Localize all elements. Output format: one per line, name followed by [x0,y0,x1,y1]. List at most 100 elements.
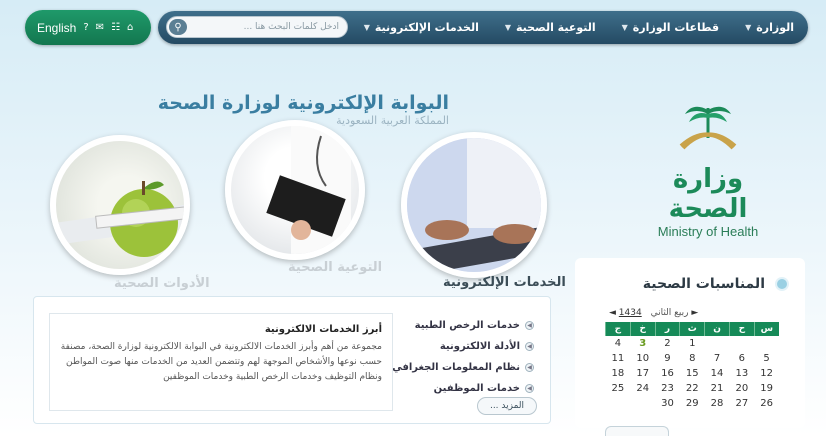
weekday-header: س [753,322,779,336]
calendar-day[interactable]: 15 [680,366,705,381]
search-input[interactable] [197,22,347,32]
calendar-day[interactable]: 21 [705,381,730,396]
list-item[interactable]: ◀ الأدلة الالكترونية [392,336,534,357]
calendar-day[interactable]: 2 [655,336,680,351]
calendar-day[interactable]: 17 [630,366,655,381]
description-title: أبرز الخدمات الالكترونية [264,324,382,335]
calendar-day[interactable]: 10 [630,351,655,366]
calendar-day[interactable]: 26 [754,396,779,411]
calendar-day[interactable]: 22 [680,381,705,396]
list-item-label: نظام المعلومات الجغرافي [392,362,520,373]
calendar-day [606,396,631,411]
bullet-arrow-icon: ◀ [525,342,534,351]
eservices-panel: ◀ خدمات الرخص الطبية ◀ الأدلة الالكتروني… [33,296,551,424]
keyboard-typing-icon [407,138,541,272]
list-item[interactable]: ◀ نظام المعلومات الجغرافي [392,357,534,378]
nav-health-awareness[interactable]: التوعية الصحية ▼ [505,21,596,34]
main-nav: الوزارة ▼ قطاعات الوزارة ▼ التوعية الصحي… [158,11,808,44]
calendar-day[interactable]: 27 [729,396,754,411]
calendar-day[interactable]: 30 [655,396,680,411]
chevron-down-icon: ▼ [745,23,752,32]
nav-sectors-label: قطاعات الوزارة [632,21,720,34]
bullet-arrow-icon: ◀ [525,384,534,393]
bullet-arrow-icon: ◀ [525,363,534,372]
help-icon[interactable]: ? [83,22,88,33]
prev-month-icon[interactable]: ◄ [609,308,616,318]
mail-icon[interactable]: ✉ [96,22,104,33]
search-icon[interactable]: ⚲ [169,19,187,35]
description-box: أبرز الخدمات الالكترونية مجموعة من أهم و… [49,313,393,411]
doctor-clipboard-icon [266,126,351,254]
nav-ministry[interactable]: الوزارة ▼ [745,21,794,34]
calendar-day[interactable]: 25 [606,381,631,396]
nav-health-awareness-label: التوعية الصحية [516,21,596,34]
calendar-day[interactable]: 14 [705,366,730,381]
palm-swords-icon [679,106,737,150]
calendar-day[interactable]: 8 [680,351,705,366]
language-bar: English ? ✉ ☷ ⌂ [25,10,151,45]
chevron-down-icon: ▼ [363,23,370,32]
logo-english-text: Ministry of Health [657,224,759,239]
sitemap-icon[interactable]: ☷ [111,22,120,33]
calendar-day-today[interactable]: 3 [630,336,655,351]
calendar-grid: س ح ن ث ر خ ج 1 2 3 4 5 6 7 8 9 10 11 12… [605,322,779,411]
calendar-day [729,336,754,351]
home-icon[interactable]: ⌂ [127,22,133,33]
more-button[interactable]: المزيد ... [477,397,537,415]
calendar-day[interactable]: 13 [729,366,754,381]
calendar-day[interactable]: 16 [655,366,680,381]
calendar-month: ربيع الثاني [650,308,689,318]
chevron-down-icon: ▼ [504,23,512,32]
next-month-icon[interactable]: ► [691,308,698,318]
calendar-day[interactable]: 4 [606,336,631,351]
calendar-day[interactable]: 20 [729,381,754,396]
calendar-day[interactable]: 29 [680,396,705,411]
chevron-down-icon: ▼ [621,23,628,32]
nav-ministry-label: الوزارة [756,21,794,34]
calendar-day[interactable]: 1 [680,336,705,351]
weekday-header: ث [679,322,705,336]
portal-title: البوابة الإلكترونية لوزارة الصحة [157,92,449,114]
health-tools-label[interactable]: الأدوات الصحية [114,276,210,291]
calendar-day[interactable]: 11 [606,351,631,366]
bullet-arrow-icon: ◀ [525,321,534,330]
calendar-day[interactable]: 9 [655,351,680,366]
calendar-day[interactable]: 5 [754,351,779,366]
portal-subtitle: المملكة العربية السعودية [336,114,449,127]
health-events-panel: المناسبات الصحية ► ربيع الثاني 1434 ◄ س … [575,258,805,436]
events-title: المناسبات الصحية [642,276,765,292]
calendar-day[interactable]: 19 [754,381,779,396]
eservices-label[interactable]: الخدمات الإلكترونية [443,275,566,290]
calendar-day[interactable]: 6 [729,351,754,366]
list-item[interactable]: ◀ خدمات الموظفين [392,378,534,399]
health-tools-image[interactable] [50,135,190,275]
weekday-header: ن [704,322,730,336]
eservices-list: ◀ خدمات الرخص الطبية ◀ الأدلة الالكتروني… [392,315,534,399]
weekday-header: خ [629,322,656,336]
list-item[interactable]: ◀ خدمات الرخص الطبية [392,315,534,336]
nav-sectors[interactable]: قطاعات الوزارة ▼ [622,21,719,34]
calendar-day[interactable]: 7 [705,351,730,366]
calendar-day[interactable]: 28 [705,396,730,411]
ministry-logo[interactable]: وزارة الصحة Ministry of Health [648,100,768,239]
calendar-day[interactable]: 23 [655,381,680,396]
health-awareness-image[interactable] [225,120,365,260]
calendar-year[interactable]: 1434 [619,308,642,318]
weekday-header: ج [605,322,631,336]
list-item-label: خدمات الرخص الطبية [414,320,520,331]
calendar-day[interactable]: 12 [754,366,779,381]
english-link[interactable]: English [37,21,76,35]
calendar-day [754,336,779,351]
calendar-day [630,396,655,411]
logo-arabic-text: وزارة الصحة [668,164,748,224]
nav-eservices[interactable]: الخدمات الإلكترونية ▼ [364,21,479,34]
calendar-day[interactable]: 24 [630,381,655,396]
list-item-label: الأدلة الالكترونية [439,341,520,352]
apple-tape-icon [56,181,184,257]
search-box: ⚲ [166,16,348,38]
calendar-day[interactable]: 18 [606,366,631,381]
eservices-image[interactable] [401,132,547,278]
health-awareness-label[interactable]: التوعية الصحية [288,260,382,275]
calendar-footer-tab[interactable] [605,426,669,436]
nav-eservices-label: الخدمات الإلكترونية [374,21,479,34]
